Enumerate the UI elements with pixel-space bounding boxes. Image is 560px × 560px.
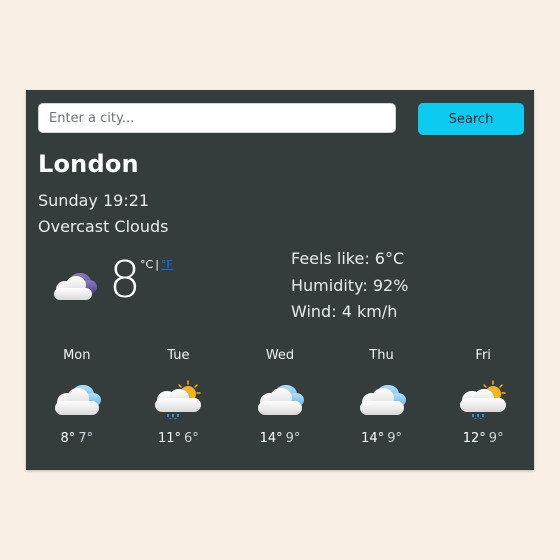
- weather-details: Feels like: 6°C Humidity: 92% Wind: 4 km…: [291, 246, 408, 326]
- celsius-unit[interactable]: °C: [140, 258, 153, 271]
- forecast-day-name: Fri: [475, 348, 491, 363]
- forecast-max-temp: 14°: [259, 431, 283, 446]
- fahrenheit-link[interactable]: °F: [161, 258, 173, 271]
- forecast-max-temp: 11°: [157, 431, 182, 446]
- forecast-min-temp: 7°: [78, 431, 94, 446]
- cloudy-icon: [54, 385, 101, 415]
- forecast-min-temp: 9°: [488, 431, 504, 446]
- wind-speed: Wind: 4 km/h: [291, 302, 398, 321]
- forecast-max-temp: 12°: [462, 431, 486, 446]
- unit-toggle: °C | °F: [140, 258, 173, 271]
- rain-sun-cloud-icon: [460, 380, 507, 419]
- forecast-day-name: Tue: [167, 348, 190, 363]
- forecast-max-temp: 8°: [60, 431, 76, 446]
- forecast-max-temp: 14°: [361, 431, 385, 446]
- city-name: London: [38, 150, 139, 178]
- cloudy-icon: [257, 385, 304, 415]
- forecast-day-name: Thu: [369, 348, 394, 363]
- forecast-day: Wed 14° 9°: [229, 346, 331, 466]
- weather-description: Overcast Clouds: [38, 217, 169, 236]
- city-search-input[interactable]: [38, 103, 396, 133]
- rain-sun-cloud-icon: [155, 380, 202, 419]
- current-datetime: Sunday 19:21: [38, 191, 150, 210]
- search-button[interactable]: Search: [418, 103, 524, 135]
- feels-like: Feels like: 6°C: [291, 249, 405, 268]
- humidity: Humidity: 92%: [291, 275, 409, 295]
- forecast-day: Thu 14° 9°: [331, 346, 433, 466]
- forecast-day: Tue 11° 6°: [128, 346, 230, 466]
- forecast-row: Mon 8° 7° Tue 11° 6° Wed 14° 9° Thu 14° …: [26, 346, 534, 466]
- forecast-min-temp: 9°: [285, 431, 301, 446]
- forecast-day: Fri 12° 9°: [432, 346, 534, 466]
- weather-card: Search London Sunday 19:21 Overcast Clou…: [26, 90, 534, 470]
- forecast-day: Mon 8° 7°: [26, 346, 128, 466]
- cloudy-icon: [359, 385, 406, 415]
- current-temperature: 8: [109, 251, 141, 309]
- forecast-min-temp: 9°: [387, 431, 402, 446]
- overcast-clouds-icon: [54, 273, 97, 300]
- forecast-day-name: Mon: [63, 348, 91, 363]
- forecast-day-name: Wed: [265, 348, 295, 363]
- unit-separator: |: [155, 258, 159, 271]
- forecast-min-temp: 6°: [184, 431, 199, 446]
